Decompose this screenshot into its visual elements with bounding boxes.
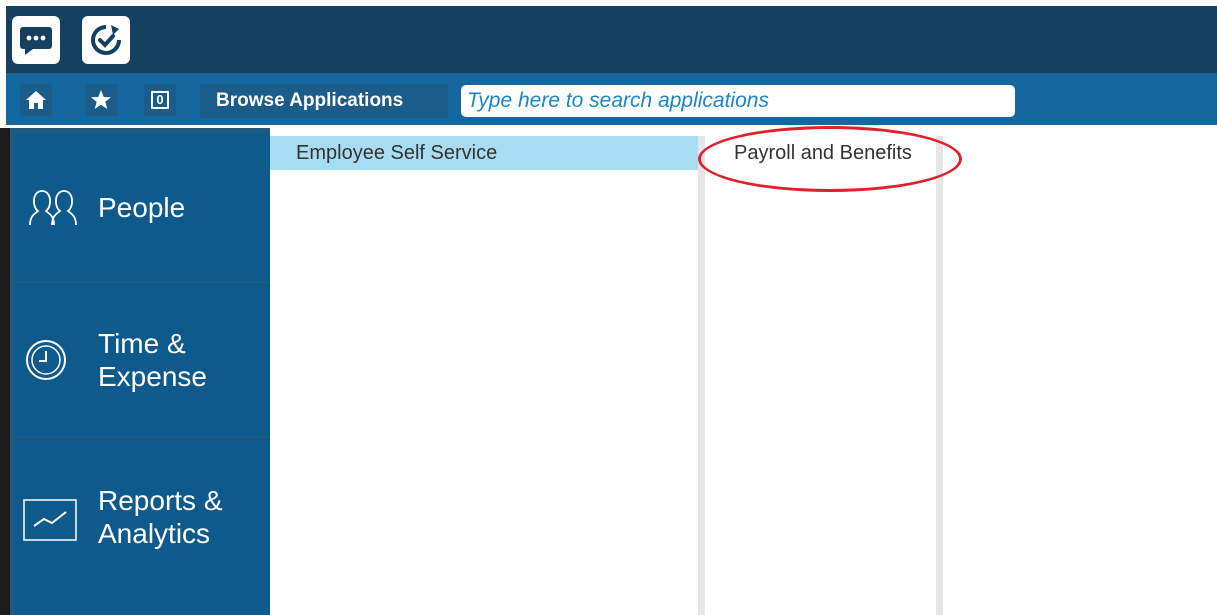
sync-button[interactable] bbox=[82, 16, 130, 64]
column-divider bbox=[936, 136, 943, 615]
list-item-employee-self-service[interactable]: Employee Self Service bbox=[270, 136, 698, 170]
column-level-1: Employee Self Service bbox=[270, 128, 698, 615]
sidebar-item-time-expense[interactable]: Time & Expense bbox=[14, 283, 270, 436]
sidebar-item-reports-analytics[interactable]: Reports & Analytics bbox=[14, 438, 270, 615]
navigation-bar: 0 Browse Applications bbox=[6, 73, 1217, 125]
favorites-button[interactable] bbox=[85, 84, 117, 116]
sidebar-item-label: People bbox=[98, 192, 186, 223]
chat-button[interactable] bbox=[12, 16, 60, 64]
list-item-label: Employee Self Service bbox=[296, 142, 498, 164]
counter-value: 0 bbox=[156, 92, 164, 107]
refresh-check-icon bbox=[91, 25, 121, 55]
browse-applications-tab[interactable]: Browse Applications bbox=[200, 84, 448, 118]
app-toolbar bbox=[6, 6, 1217, 73]
browse-applications-label: Browse Applications bbox=[216, 90, 404, 111]
home-button[interactable] bbox=[20, 84, 52, 116]
sidebar-item-label: Reports & Analytics bbox=[98, 485, 223, 549]
counter-button[interactable]: 0 bbox=[144, 84, 176, 116]
sidebar-item-label: Time & Expense bbox=[98, 328, 207, 392]
home-icon bbox=[26, 91, 46, 109]
people-icon bbox=[29, 190, 77, 226]
left-border bbox=[0, 128, 10, 615]
counter-icon: 0 bbox=[151, 91, 169, 109]
clock-icon bbox=[26, 340, 66, 380]
sidebar: People Time & Expense Reports & Analytic… bbox=[10, 128, 270, 615]
search-input[interactable] bbox=[461, 85, 1015, 117]
sidebar-item-people[interactable]: People bbox=[14, 133, 270, 281]
chat-bubble-icon bbox=[20, 27, 52, 55]
chart-line-icon bbox=[23, 499, 77, 541]
column-divider bbox=[698, 136, 705, 615]
top-header: 0 Browse Applications bbox=[0, 0, 1217, 128]
star-icon bbox=[91, 90, 111, 109]
annotation-circle bbox=[698, 126, 962, 192]
